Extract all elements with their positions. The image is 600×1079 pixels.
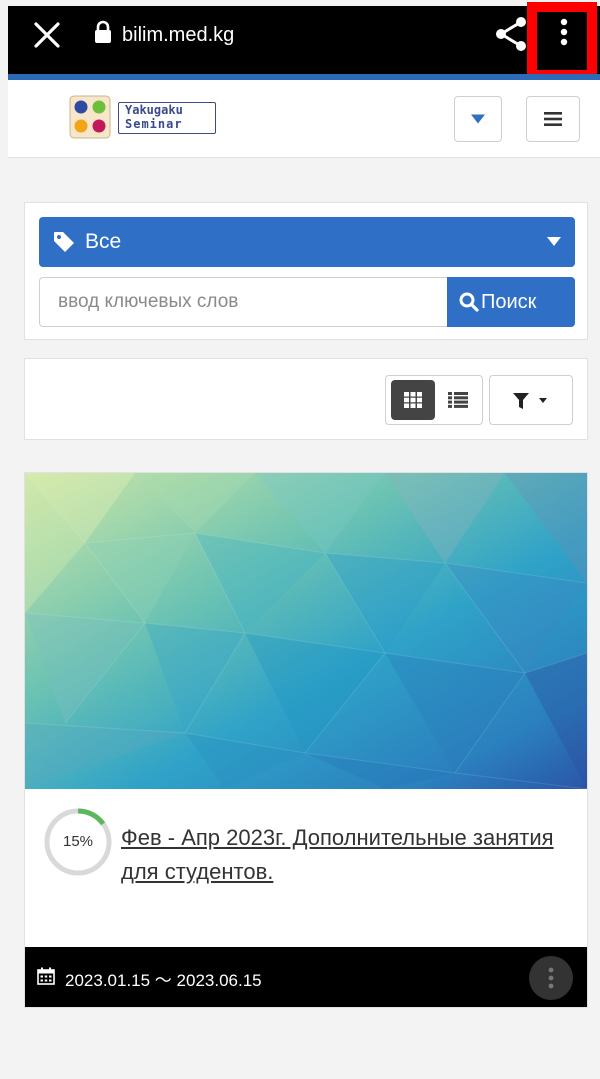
header-menu-button[interactable] — [526, 96, 580, 142]
site-header: Yakugaku Seminar — [8, 80, 600, 158]
more-vertical-icon — [548, 967, 554, 989]
lock-icon — [95, 20, 111, 43]
caret-down-icon — [471, 114, 485, 124]
course-banner-image[interactable] — [25, 473, 587, 789]
view-toolbar — [24, 358, 588, 440]
grid-view-icon — [404, 392, 422, 408]
list-view-button[interactable] — [438, 380, 478, 420]
filter-dropdown-button[interactable] — [489, 375, 573, 425]
search-button-label: Поиск — [481, 291, 537, 313]
url-text[interactable]: bilim.med.kg — [122, 24, 234, 47]
logo-line-2: Seminar — [125, 117, 183, 131]
browser-toolbar: bilim.med.kg — [8, 6, 600, 74]
logo-dots-icon — [69, 95, 111, 139]
course-card[interactable]: 15% Фев - Апр 2023г. Дополнительные заня… — [24, 472, 588, 1008]
category-label: Все — [85, 230, 122, 253]
view-toggle-group — [385, 375, 483, 425]
tag-icon — [54, 232, 74, 252]
logo-line-1: Yakugaku — [125, 103, 183, 117]
search-panel: Все Поиск — [24, 202, 588, 340]
hamburger-icon — [544, 112, 562, 126]
grid-view-button[interactable] — [391, 380, 435, 420]
search-input[interactable] — [39, 277, 449, 327]
logo-text-box: Yakugaku Seminar — [118, 102, 216, 134]
progress-ring: 15% — [43, 807, 113, 877]
close-icon[interactable] — [32, 20, 62, 50]
course-dates: 2023.01.15 ～ 2023.06.15 — [65, 971, 262, 990]
search-button[interactable]: Поиск — [447, 277, 575, 327]
course-title-link[interactable]: Фев - Апр 2023г. Дополнительные занятия … — [121, 821, 561, 889]
progress-label: 15% — [62, 833, 94, 850]
filter-icon — [513, 393, 547, 409]
category-select[interactable]: Все — [39, 217, 575, 267]
more-vertical-icon[interactable] — [560, 18, 568, 46]
site-logo[interactable]: Yakugaku Seminar — [66, 94, 218, 140]
calendar-icon — [37, 967, 55, 985]
header-dropdown-button[interactable] — [454, 96, 502, 142]
list-view-icon — [448, 392, 468, 408]
caret-down-icon — [547, 237, 561, 246]
course-card-footer: 2023.01.15 ～ 2023.06.15 — [25, 947, 587, 1007]
course-more-button[interactable] — [529, 956, 573, 1000]
share-icon[interactable] — [494, 16, 528, 52]
search-icon — [459, 292, 479, 312]
